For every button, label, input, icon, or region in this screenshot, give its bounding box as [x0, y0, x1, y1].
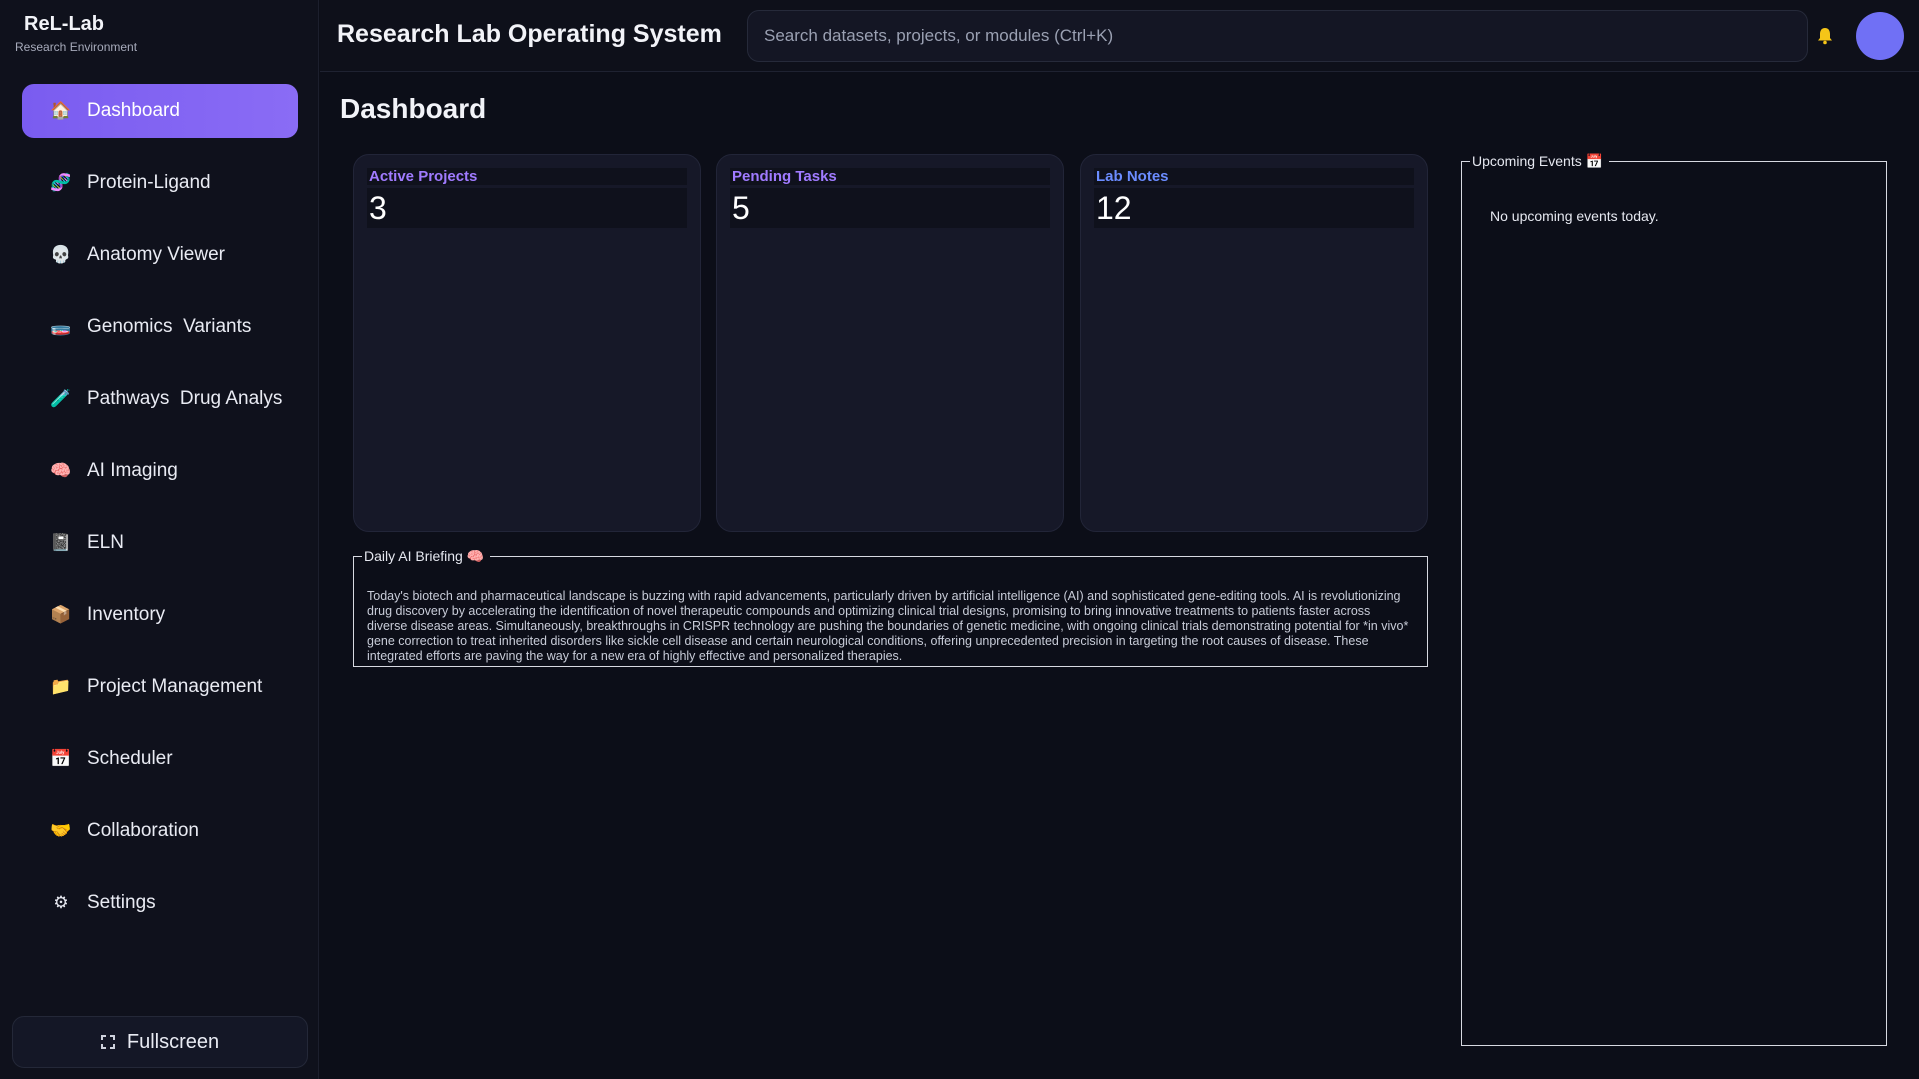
stat-label: Active Projects [367, 168, 687, 185]
sidebar-item-genomics-variants[interactable]: 🧫 Genomics Variants [22, 300, 298, 354]
sidebar-item-label: Dashboard [87, 100, 180, 121]
stat-label: Lab Notes [1094, 168, 1414, 185]
sidebar-item-anatomy-viewer[interactable]: 💀 Anatomy Viewer [22, 228, 298, 282]
molecule-icon: 🧬 [50, 173, 72, 192]
page-title: Dashboard [340, 93, 487, 124]
stat-card-active-projects: Active Projects 3 [353, 154, 701, 532]
avatar[interactable] [1856, 12, 1904, 60]
sidebar-item-pathways-drug-analys[interactable]: 🧪 Pathways Drug Analys [22, 372, 298, 426]
sidebar-item-label: AI Imaging [87, 460, 178, 481]
sidebar-item-label: Protein-Ligand [87, 172, 211, 193]
stat-card-lab-notes: Lab Notes 12 [1080, 154, 1428, 532]
sidebar-nav: 🏠 Dashboard 🧬 Protein-Ligand 💀 Anatomy Viewer… [22, 84, 298, 948]
gear-icon: ⚙ [53, 893, 69, 912]
top-header: Research Lab Operating System [320, 0, 1919, 72]
sidebar-item-label: Project Management [87, 676, 263, 697]
house-icon: 🏠 [50, 101, 72, 120]
calendar-icon: 📅 [1585, 153, 1604, 169]
sidebar: ReL-Lab Research Environment 🏠 Dashboard 🧬… [0, 0, 319, 1079]
events-legend: Upcoming Events 📅 [1470, 153, 1609, 170]
briefing-title: Daily AI Briefing [364, 548, 463, 564]
events-empty-text: No upcoming events today. [1490, 208, 1659, 224]
briefing-legend: Daily AI Briefing 🧠 [362, 548, 490, 565]
test-tube-icon: 🧪 [50, 389, 72, 408]
stat-value: 12 [1094, 188, 1414, 228]
stat-card-pending-tasks: Pending Tasks 5 [716, 154, 1064, 532]
brand-title: ReL-Lab [24, 13, 104, 35]
sidebar-item-label: Genomics Variants [87, 316, 252, 337]
brain-icon: 🧠 [50, 461, 72, 480]
sidebar-item-scheduler[interactable]: 📅 Scheduler [22, 732, 298, 786]
handshake-icon: 🤝 [50, 821, 72, 840]
sidebar-item-label: Scheduler [87, 748, 173, 769]
sidebar-item-eln[interactable]: 📓 ELN [22, 516, 298, 570]
fullscreen-icon [100, 1035, 115, 1049]
sidebar-item-label: ELN [87, 532, 124, 553]
fullscreen-label: Fullscreen [126, 1030, 220, 1053]
package-icon: 📦 [50, 605, 72, 624]
sidebar-item-label: Collaboration [87, 820, 199, 841]
upcoming-events-panel: Upcoming Events 📅 No upcoming events tod… [1461, 153, 1887, 1046]
sidebar-item-label: Settings [87, 892, 156, 913]
stat-label: Pending Tasks [730, 168, 1050, 185]
sidebar-item-inventory[interactable]: 📦 Inventory [22, 588, 298, 642]
app-title: Research Lab Operating System [337, 20, 722, 48]
sidebar-item-project-management[interactable]: 📁 Project Management [22, 660, 298, 714]
brain-icon: 🧠 [466, 548, 485, 564]
events-title: Upcoming Events [1472, 153, 1582, 169]
sidebar-item-settings[interactable]: ⚙ Settings [22, 876, 298, 930]
brand-subtitle: Research Environment [15, 40, 138, 54]
sidebar-item-protein-ligand[interactable]: 🧬 Protein-Ligand [22, 156, 298, 210]
sidebar-item-label: Inventory [87, 604, 166, 625]
skull-icon: 💀 [50, 245, 72, 264]
brand: ReL-Lab Research Environment [0, 0, 319, 72]
globe-icon: 🧫 [50, 317, 72, 336]
search-input[interactable] [747, 10, 1808, 62]
sidebar-item-label: Pathways Drug Analys [87, 388, 283, 409]
sidebar-item-ai-imaging[interactable]: 🧠 AI Imaging [22, 444, 298, 498]
sidebar-item-collaboration[interactable]: 🤝 Collaboration [22, 804, 298, 858]
sidebar-item-label: Anatomy Viewer [87, 244, 225, 265]
fullscreen-button[interactable]: Fullscreen [12, 1016, 308, 1068]
stat-value: 5 [730, 188, 1050, 228]
folder-icon: 📁 [50, 677, 72, 696]
stat-value: 3 [367, 188, 687, 228]
briefing-text: Today's biotech and pharmaceutical lands… [367, 589, 1409, 663]
daily-ai-briefing: Daily AI Briefing 🧠 Today's biotech and … [353, 548, 1428, 667]
calendar-icon: 📅 [50, 749, 72, 768]
notebook-icon: 📓 [50, 533, 72, 552]
bell-icon[interactable] [1815, 26, 1835, 46]
sidebar-item-dashboard[interactable]: 🏠 Dashboard [22, 84, 298, 138]
